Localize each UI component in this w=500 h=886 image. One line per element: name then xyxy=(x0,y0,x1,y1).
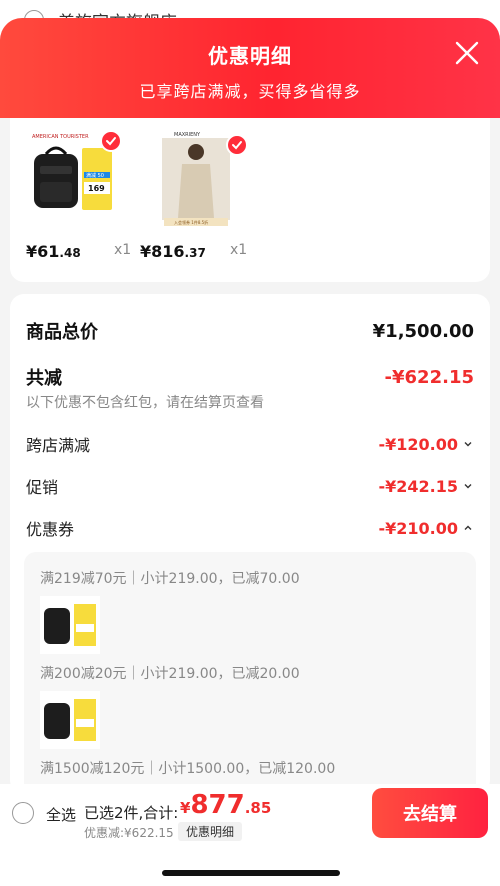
sheet-body: AMERICAN TOURISTER 满减 50 169 ¥61.48 x1 M… xyxy=(0,118,500,784)
coupon-line: 满1500减120元｜小计1500.00，已减120.00 xyxy=(40,761,336,777)
coupon-product-thumb xyxy=(40,691,100,749)
price-main: ¥816 xyxy=(140,242,185,261)
product-image-coat: MAXRIENY 入会领券 1件8.5折 xyxy=(150,130,254,230)
product-brand-text: AMERICAN TOURISTER xyxy=(32,134,89,140)
cross-store-value-wrap: -¥120.00 xyxy=(378,435,474,454)
total-amount: ¥877.85 xyxy=(180,790,271,820)
total-main: 877 xyxy=(190,790,245,820)
product-brand-text: MAXRIENY xyxy=(174,132,201,138)
coupon-detail-box: 满219减70元｜小计219.00，已减70.00 满200减20元｜小计219… xyxy=(24,552,476,784)
product-check-icon[interactable] xyxy=(100,130,122,152)
promo-label: 促销 xyxy=(26,478,59,497)
select-all-radio[interactable] xyxy=(12,802,34,824)
discount-note: 以下优惠不包含红包，请在结算页查看 xyxy=(26,395,264,411)
coupon-line: 满219减70元｜小计219.00，已减70.00 xyxy=(40,571,300,587)
product-price: ¥61.48 xyxy=(26,242,81,261)
sheet-header: 优惠明细 已享跨店满减，买得多省得多 xyxy=(0,18,500,122)
price-decimal: .37 xyxy=(184,246,206,260)
price-decimal: .48 xyxy=(59,246,81,260)
home-area xyxy=(0,846,500,886)
product-image-backpack: AMERICAN TOURISTER 满减 50 169 xyxy=(26,130,130,230)
discount-summary: 优惠减:¥622.15 xyxy=(84,826,174,840)
product-item[interactable]: MAXRIENY 入会领券 1件8.5折 xyxy=(150,130,254,230)
cross-store-value: -¥120.00 xyxy=(378,434,458,454)
coupon-product-thumb xyxy=(40,596,100,654)
product-tag-price: 169 xyxy=(88,184,105,193)
home-indicator[interactable] xyxy=(162,870,340,876)
total-decimal: .85 xyxy=(244,799,272,817)
selected-count: 已选2件,合计: xyxy=(84,804,179,822)
sheet-title: 优惠明细 xyxy=(208,44,292,68)
product-qty: x1 xyxy=(114,242,132,258)
product-item[interactable]: AMERICAN TOURISTER 满减 50 169 xyxy=(26,130,130,230)
reduce-value: -¥622.15 xyxy=(384,366,474,388)
cross-store-row[interactable]: 跨店满减 -¥120.00 xyxy=(26,432,474,456)
product-card: AMERICAN TOURISTER 满减 50 169 ¥61.48 x1 M… xyxy=(10,118,490,282)
summary-card: 商品总价 ¥1,500.00 共减 -¥622.15 以下优惠不包含红包，请在结… xyxy=(10,294,490,784)
sheet-subtitle: 已享跨店满减，买得多省得多 xyxy=(139,82,361,101)
cross-store-label: 跨店满减 xyxy=(26,436,91,455)
total-currency: ¥ xyxy=(180,799,191,817)
product-price: ¥816.37 xyxy=(140,242,206,261)
coupon-value: -¥210.00 xyxy=(378,518,458,538)
coupon-value-wrap: -¥210.00 xyxy=(378,519,474,538)
discount-detail-button[interactable]: 优惠明细 xyxy=(178,822,243,841)
price-main: ¥61 xyxy=(26,242,60,261)
chevron-down-icon[interactable] xyxy=(462,438,474,450)
chevron-up-icon[interactable] xyxy=(462,522,474,534)
chevron-down-icon[interactable] xyxy=(462,480,474,492)
reduce-label: 共减 xyxy=(26,368,62,389)
reduce-row: 共减 -¥622.15 xyxy=(26,364,474,390)
product-check-icon[interactable] xyxy=(226,134,248,156)
checkout-button[interactable]: 去结算 xyxy=(372,788,488,838)
coupon-line: 满200减20元｜小计219.00，已减20.00 xyxy=(40,666,300,682)
total-value: ¥1,500.00 xyxy=(372,320,474,342)
product-tag-text: 入会领券 1件8.5折 xyxy=(174,219,208,225)
product-tag-text: 满减 50 xyxy=(86,172,104,179)
select-all-label[interactable]: 全选 xyxy=(46,804,76,825)
total-label: 商品总价 xyxy=(26,322,98,343)
promo-value: -¥242.15 xyxy=(378,476,458,496)
promo-row[interactable]: 促销 -¥242.15 xyxy=(26,474,474,498)
coupon-label: 优惠券 xyxy=(26,520,75,539)
bottom-bar: 全选 已选2件,合计: ¥877.85 优惠减:¥622.15 优惠明细 去结算 xyxy=(0,784,500,846)
promo-value-wrap: -¥242.15 xyxy=(378,477,474,496)
total-row: 商品总价 ¥1,500.00 xyxy=(26,318,474,344)
product-qty: x1 xyxy=(230,242,248,258)
close-icon[interactable] xyxy=(454,40,480,66)
coupon-row[interactable]: 优惠券 -¥210.00 xyxy=(26,516,474,540)
